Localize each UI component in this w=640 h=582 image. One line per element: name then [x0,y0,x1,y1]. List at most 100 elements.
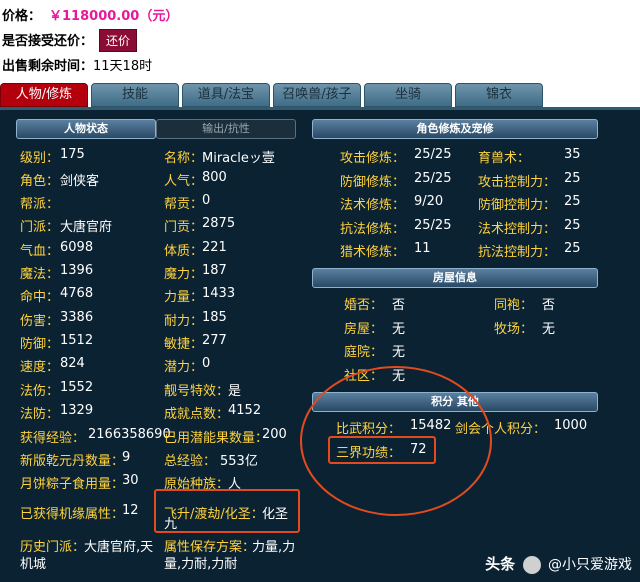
status-label: 防御： [20,337,60,352]
status-label: 靓号特效： [164,384,230,399]
tab-character[interactable]: 人物/修炼 [0,83,88,107]
house-value: 否 [392,298,406,313]
tab-items[interactable]: 道具/法宝 [182,83,270,107]
status-label: 体质： [164,244,204,259]
status-label: 人气： [164,174,204,189]
status-value: 9 [122,450,131,465]
status-label: 速度： [20,360,60,375]
status-label: 级别： [20,151,60,166]
status-label: 帮派： [20,197,60,212]
house-value: 无 [542,321,556,337]
status-value: 剑侠客 [60,174,100,189]
cultivation-label: 防御修炼： [340,174,406,190]
status-value: 6098 [60,240,94,255]
status-value: 277 [202,333,227,348]
price-row: 价格： ￥118000.00（元） [2,5,178,24]
status-label: 新版乾元丹数量： [20,454,125,469]
house-value: 无 [392,321,406,337]
listing-info: 价格： ￥118000.00（元） 是否接受还价： 还价 出售剩余时间：11天18时 [0,0,640,80]
cultivation-label: 攻击修炼： [340,151,406,166]
cultivation-value: 25 [564,194,581,209]
tab-pets[interactable]: 召唤兽/孩子 [273,83,361,107]
status-label: 已获得机缘属性： [20,507,125,522]
status-value: 187 [202,263,227,278]
status-label: 门贡： [164,220,204,235]
status-value: Miracleッ壹 [202,151,275,166]
status-value: 是 [228,384,242,399]
bargain-button[interactable]: 还价 [99,29,138,52]
status-value: 0 [202,193,211,208]
time-row: 出售剩余时间：11天18时 [2,55,152,74]
cultivation-value: 11 [414,241,431,256]
cultivation-label: 法术控制力： [478,221,557,237]
status-value: 200 [262,427,287,442]
cultivation-value: 25/25 [414,147,452,162]
watermark-account: @小只爱游戏 [548,557,632,573]
status-value: 221 [202,240,227,255]
ascend-highlight-box [154,489,300,533]
time-label: 出售剩余时间： [2,59,94,74]
status-value: 3386 [60,310,94,325]
house-label: 庭院： [344,345,384,360]
status-label: 气血： [20,244,60,259]
cultivation-value: 9/20 [414,194,444,209]
status-value: 1552 [60,380,94,395]
price-value: ￥118000.00（元） [49,9,179,24]
price-label: 价格： [2,9,42,24]
scheme-value-wrap: 量,力耐,力耐 [164,557,238,572]
tab-skills[interactable]: 技能 [91,83,179,107]
house-value: 无 [392,345,406,360]
status-label: 法伤： [20,384,60,399]
status-value: 185 [202,310,227,325]
status-label: 耐力： [164,314,204,329]
status-value: 1512 [60,333,94,348]
header-cultivation: 角色修炼及宠修 [312,119,598,139]
cultivation-label: 攻击控制力： [478,174,557,190]
status-value: 0 [202,356,211,371]
status-value: 4152 [228,403,262,418]
header-house: 房屋信息 [312,268,598,288]
house-label: 牧场： [494,321,534,337]
status-label: 潜力： [164,360,204,375]
avatar-icon [522,556,541,574]
status-label: 成就点数： [164,407,230,422]
time-value: 11天18时 [93,59,153,74]
cultivation-label: 抗法控制力： [478,245,557,260]
tab-bar: 人物/修炼 技能 道具/法宝 召唤兽/孩子 坐骑 锦衣 [0,83,640,107]
status-label: 总经验： [164,454,217,469]
status-value: 大唐官府,天 [84,540,154,555]
status-value: 4768 [60,286,94,301]
status-value: 力量,力 [252,540,296,555]
cultivation-value: 35 [564,147,581,162]
status-label: 命中： [20,290,60,305]
cultivation-label: 法术修炼： [340,198,406,213]
tab-outfits[interactable]: 锦衣 [455,83,543,107]
cultivation-value: 25 [564,217,581,233]
cultivation-label: 育兽术： [478,151,531,166]
status-value: 175 [60,147,85,162]
status-label: 敏捷： [164,337,204,352]
points-highlight-oval [300,366,492,516]
status-value: 553亿 [220,454,258,469]
status-label: 伤害： [20,314,60,329]
house-label: 婚否： [344,298,384,313]
status-label: 角色： [20,174,60,189]
status-label: 名称： [164,151,204,166]
status-value: 1329 [60,403,94,418]
bargain-row: 是否接受还价： 还价 [2,29,138,52]
status-value: 30 [122,473,139,488]
header-output-resist[interactable]: 输出/抗性 [156,119,296,139]
status-value: 大唐官府 [60,220,113,235]
house-label: 同袍： [494,298,534,313]
house-label: 房屋： [344,321,384,337]
status-value: 824 [60,356,85,371]
house-value: 否 [542,298,556,313]
cultivation-value: 25 [564,241,581,256]
header-character-status[interactable]: 人物状态 [16,119,156,139]
alliance-points-value: 1000 [554,418,588,433]
status-label: 已用潜能果数量： [164,431,269,446]
tab-mounts[interactable]: 坐骑 [364,83,452,107]
status-label: 法防： [20,407,60,422]
status-label: 帮贡： [164,197,204,212]
status-label: 门派： [20,220,60,235]
